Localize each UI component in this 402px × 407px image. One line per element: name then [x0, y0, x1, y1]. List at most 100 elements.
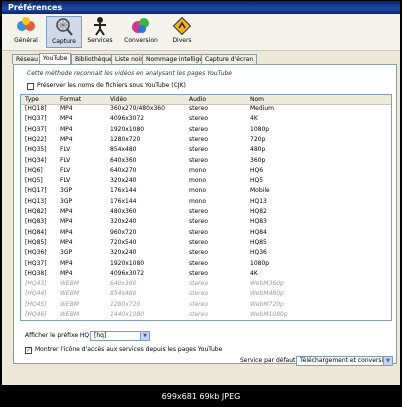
table-cell: 960x720 [110, 228, 137, 236]
table-cell: [HQ45] [25, 300, 47, 308]
column-header-video[interactable]: Vidéo [110, 95, 127, 104]
hq-prefix-select[interactable]: [hq] ▼ [90, 331, 150, 341]
table-cell: FLV [60, 146, 71, 154]
table-cell: stereo [189, 290, 208, 298]
table-cell: MP4 [60, 228, 73, 236]
toolbar-general[interactable]: Général [8, 16, 44, 48]
table-cell: stereo [189, 218, 208, 226]
table-cell: MP4 [60, 238, 73, 246]
table-cell: stereo [189, 259, 208, 267]
preferences-window: Préférences Général Capture Services Con… [2, 1, 400, 385]
table-cell: 1920x1080 [110, 125, 145, 133]
table-cell: 720x540 [110, 238, 137, 246]
table-cell: stereo [189, 280, 208, 288]
table-cell: HQ84 [250, 228, 267, 236]
youtube-panel: Cette méthode reconnait les vidéos en an… [13, 64, 397, 366]
table-row[interactable]: [HQ44] WEBM 854x480 stereo WebM480p [21, 290, 391, 298]
table-cell: [HQ6] [25, 166, 43, 174]
table-cell: FLV [60, 177, 71, 185]
formats-list[interactable]: Type Format Vidéo Audio Nom [HQ18] MP4 360… [20, 94, 392, 321]
column-header-audio[interactable]: Audio [189, 95, 206, 104]
list-header: Type Format Vidéo Audio Nom [21, 95, 391, 105]
column-header-name[interactable]: Nom [250, 95, 264, 104]
conversion-icon [132, 18, 149, 33]
table-row[interactable]: [HQ85] MP4 720x540 stereo HQ85 [21, 239, 391, 247]
table-cell: MP4 [60, 259, 73, 267]
table-row[interactable]: [HQ46] WEBM 1440x1080 stereo WebM1080p [21, 311, 391, 319]
divers-icon [172, 16, 192, 36]
table-row[interactable]: [HQ17] 3GP 176x144 mono Mobile [21, 187, 391, 195]
table-row[interactable]: [HQ35] FLV 854x480 stereo 480p [21, 146, 391, 154]
tab-reseau[interactable]: Réseau [12, 54, 42, 64]
table-cell: FLV [60, 166, 71, 174]
toolbar-services[interactable]: Services [82, 16, 118, 48]
preserve-names-checkbox[interactable] [27, 83, 34, 90]
table-row[interactable]: [HQ43] WEBM 640x360 stereo WebM360p [21, 280, 391, 288]
table-cell: 854x480 [110, 146, 137, 154]
table-cell: [HQ46] [25, 311, 47, 318]
table-row[interactable]: [HQ38] MP4 4096x3072 stereo 4K [21, 270, 391, 278]
table-cell: 4096x3072 [110, 115, 145, 123]
table-cell: mono [189, 166, 206, 174]
table-row[interactable]: [HQ83] MP4 320x240 stereo HQ83 [21, 218, 391, 226]
hq-prefix-label: Afficher le préfixe HQ [25, 332, 90, 339]
table-row[interactable]: [HQ84] MP4 960x720 stereo HQ84 [21, 229, 391, 237]
table-row[interactable]: [HQ5] FLV 320x240 mono HQ5 [21, 177, 391, 185]
table-cell: 1080p [250, 125, 270, 133]
tab-capture-ecran[interactable]: Capture d'écran [201, 54, 258, 64]
table-cell: 176x144 [110, 187, 137, 195]
table-cell: MP4 [60, 135, 73, 143]
toolbar-label: Services [87, 37, 113, 44]
table-cell: WebM1080p [250, 311, 288, 318]
table-cell: FLV [60, 156, 71, 164]
table-cell: 1920x1080 [110, 259, 145, 267]
table-cell: MP4 [60, 218, 73, 226]
table-row[interactable]: [HQ37] MP4 1920x1080 stereo 1080p [21, 260, 391, 268]
show-services-icon-label: Montrer l'icône d'accès aux services dep… [35, 346, 223, 353]
table-row[interactable]: [HQ18] MP4 360x270/480x360 stereo Medium [21, 105, 391, 113]
table-cell: [HQ44] [25, 290, 47, 298]
table-cell: 176x144 [110, 197, 137, 205]
table-row[interactable]: [HQ34] FLV 640x360 stereo 360p [21, 157, 391, 165]
table-cell: stereo [189, 105, 208, 112]
table-row[interactable]: [HQ36] 3GP 320x240 stereo HQ36 [21, 249, 391, 257]
table-row[interactable]: [HQ37] MP4 1920x1080 stereo 1080p [21, 126, 391, 134]
table-cell: [HQ82] [25, 208, 47, 215]
preferences-toolbar: Général Capture Services Conversion Dive… [2, 14, 400, 51]
table-row[interactable]: [HQ82] MP4 480x360 stereo HQ82 [21, 208, 391, 216]
table-row[interactable]: [HQ22] MP4 1280x720 stereo 720p [21, 136, 391, 144]
table-cell: stereo [189, 228, 208, 236]
table-cell: 360x270/480x360 [110, 105, 165, 112]
show-services-icon-checkbox[interactable]: ✓ [25, 347, 32, 354]
table-cell: 1080p [250, 259, 270, 267]
toolbar-capture[interactable]: Capture [46, 16, 82, 48]
table-cell: 640x360 [110, 156, 137, 164]
table-cell: WebM360p [250, 280, 284, 288]
chevron-down-icon: ▼ [140, 332, 149, 340]
table-cell: Medium [250, 105, 274, 112]
table-cell: stereo [189, 300, 208, 308]
table-cell: [HQ83] [25, 218, 47, 226]
table-cell: 640x360 [110, 280, 137, 288]
table-row[interactable]: [HQ37] MP4 4096x3072 stereo 4K [21, 115, 391, 123]
table-cell: MP4 [60, 125, 73, 133]
table-cell: 4K [250, 269, 258, 277]
column-header-type[interactable]: Type [25, 95, 39, 104]
table-row[interactable]: [HQ45] WEBM 1280x720 stereo WebM720p [21, 301, 391, 309]
table-cell: MP4 [60, 269, 73, 277]
table-cell: [HQ35] [25, 146, 47, 154]
table-cell: stereo [189, 115, 208, 123]
table-cell: WEBM [60, 300, 80, 308]
capture-icon [56, 18, 73, 36]
toolbar-conversion[interactable]: Conversion [120, 16, 162, 48]
table-cell: 480p [250, 146, 266, 154]
table-row[interactable]: [HQ6] FLV 640x270 mono HQ6 [21, 167, 391, 175]
default-service-label: Service par défaut [240, 357, 296, 364]
table-row[interactable]: [HQ13] 3GP 176x144 mono HQ13 [21, 198, 391, 206]
default-service-select[interactable]: Téléchargement et conversion ▼ [296, 356, 393, 366]
table-cell: [HQ13] [25, 197, 47, 205]
column-header-format[interactable]: Format [60, 95, 81, 104]
window-title: Préférences [2, 1, 400, 14]
table-cell: 640x270 [110, 166, 137, 174]
toolbar-divers[interactable]: Divers [164, 16, 200, 48]
